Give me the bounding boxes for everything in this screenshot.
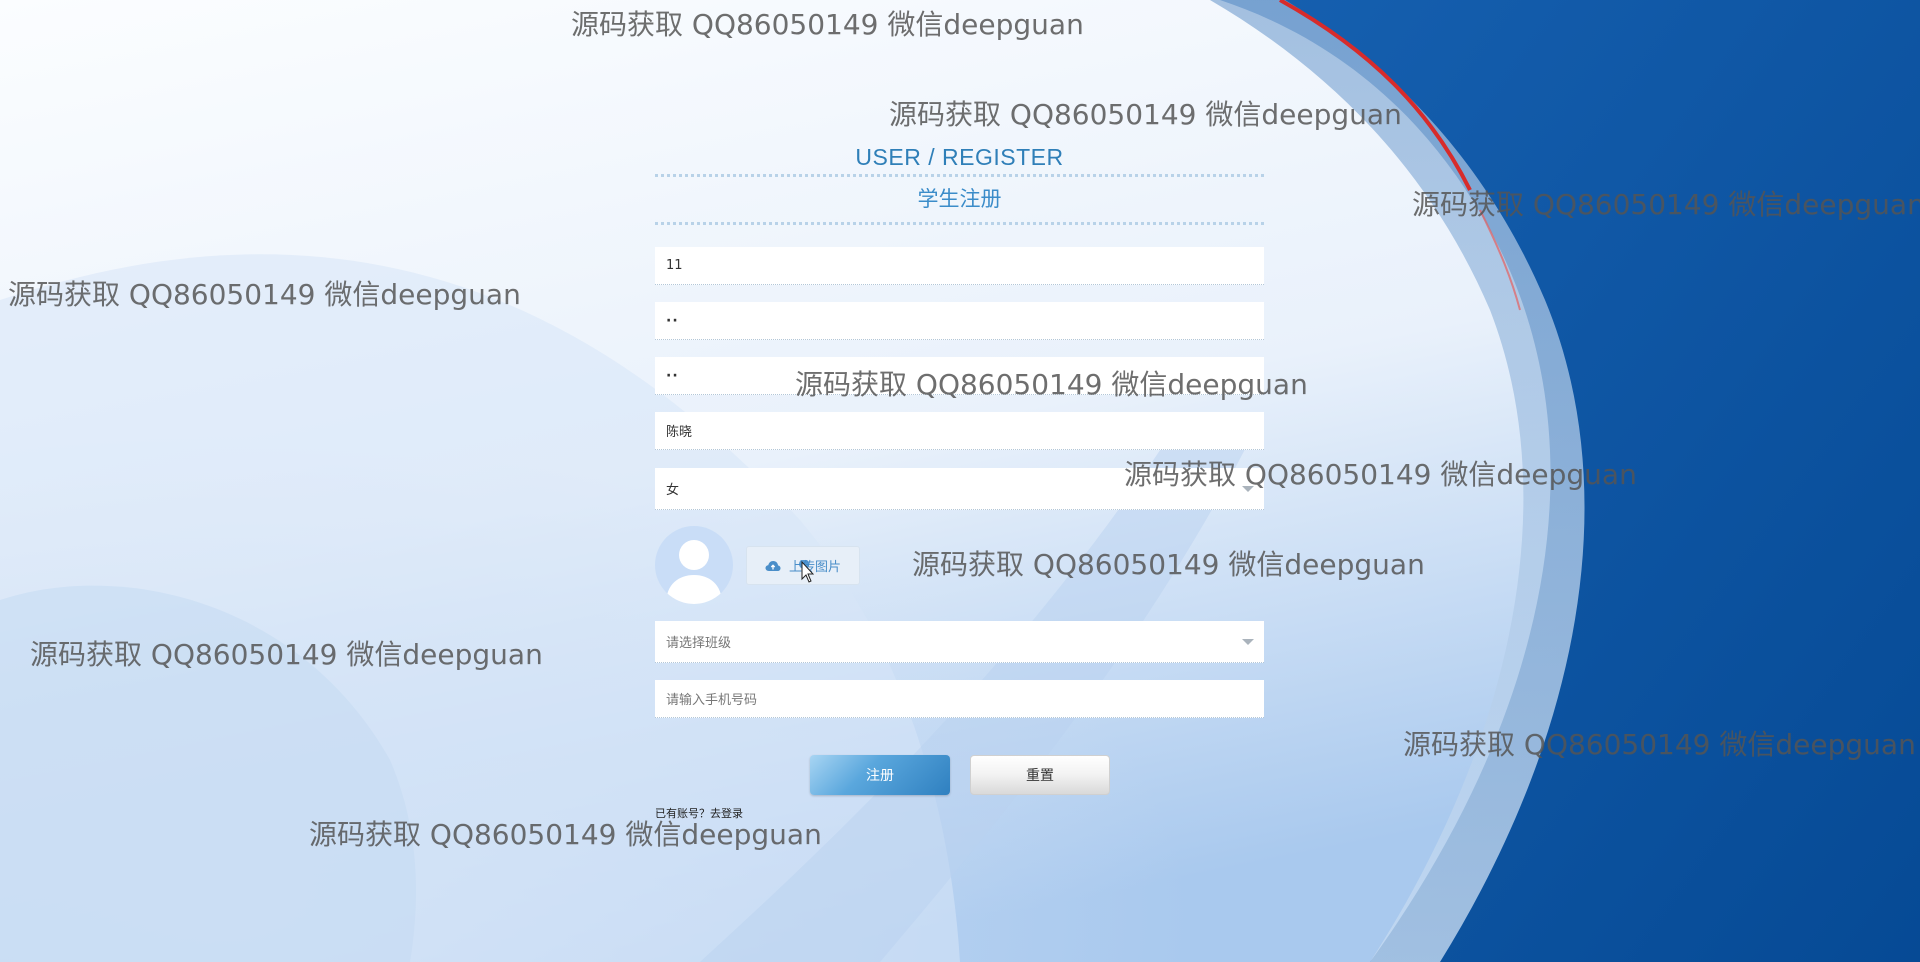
form-title-english: USER / REGISTER [855, 144, 1064, 170]
phone-input[interactable]: 请输入手机号码 [655, 680, 1264, 718]
mouse-cursor-icon [799, 560, 814, 583]
login-link[interactable]: 已有账号？去登录 [655, 805, 743, 821]
form-title: 学生注册 [917, 187, 1002, 211]
cloud-upload-icon [765, 560, 781, 571]
upload-image-label: 上传图片 [788, 560, 841, 575]
gender-select-value: 女 [666, 483, 680, 498]
gender-select[interactable]: 女 [655, 468, 1264, 510]
chevron-down-icon [1242, 638, 1254, 645]
register-button[interactable]: 注册 [810, 755, 950, 795]
divider [655, 222, 1264, 225]
class-select[interactable]: 请选择班级 [655, 621, 1264, 663]
username-field[interactable]: 11 [655, 247, 1264, 285]
register-form: USER / REGISTER 学生注册 11 ·· ·· 陈晓 女 上传图片 … [655, 140, 1264, 820]
password-field[interactable]: ·· [655, 302, 1264, 340]
reset-button[interactable]: 重置 [970, 755, 1110, 795]
chevron-down-icon [1242, 485, 1254, 492]
confirm-password-field[interactable]: ·· [655, 357, 1264, 395]
avatar [655, 526, 733, 604]
action-buttons: 注册 重置 [655, 755, 1264, 795]
name-field[interactable]: 陈晓 [655, 412, 1264, 450]
class-select-placeholder: 请选择班级 [666, 636, 732, 651]
